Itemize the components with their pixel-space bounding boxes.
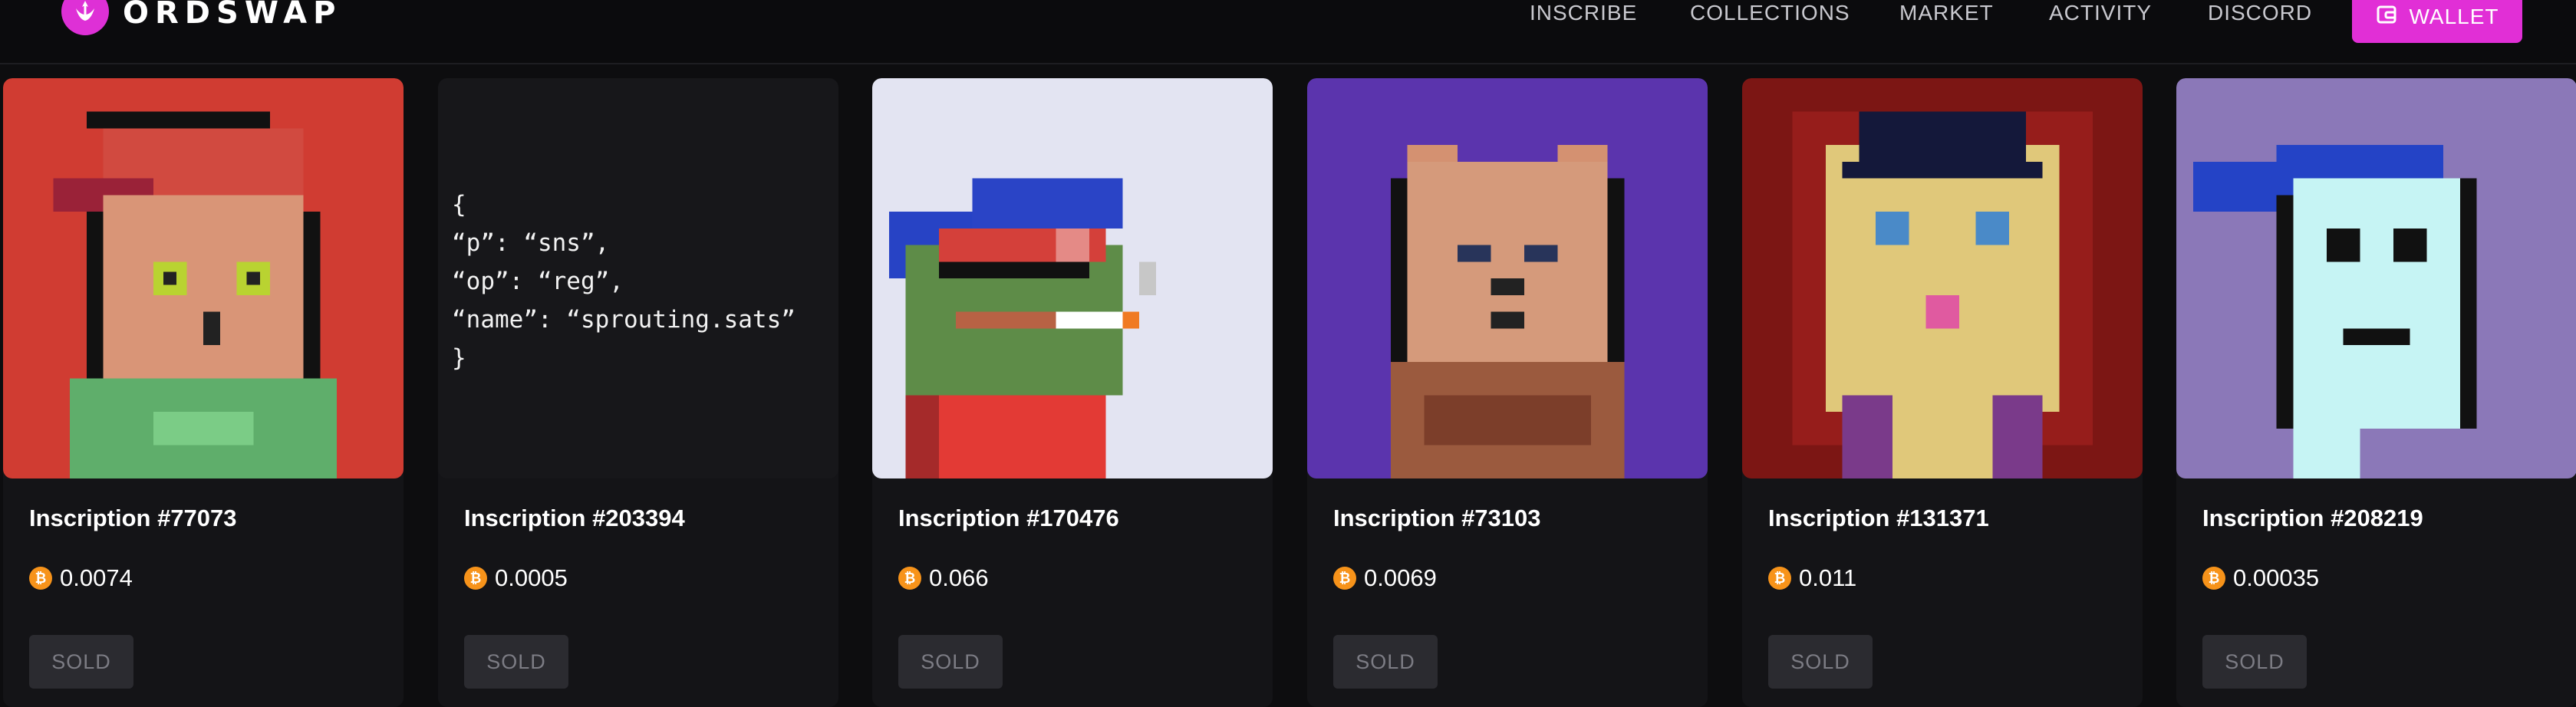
bitcoin-icon: ₿ (898, 567, 921, 590)
price-row: ₿ 0.0074 (29, 564, 133, 592)
sold-button[interactable]: SOLD (464, 635, 568, 689)
bitcoin-icon: ₿ (1768, 567, 1791, 590)
nav-link-inscribe[interactable]: INSCRIBE (1530, 0, 1637, 26)
price-value: 0.066 (929, 564, 989, 591)
inscription-title[interactable]: Inscription #73103 (1333, 505, 1541, 532)
inscription-title[interactable]: Inscription #203394 (464, 505, 685, 532)
inscription-text-preview[interactable]: {“p”: “sns”, “op”: “reg”, “name”: “sprouti… (438, 78, 838, 478)
nav-link-market[interactable]: MARKET (1899, 0, 1994, 26)
sold-button[interactable]: SOLD (1768, 635, 1873, 689)
price-row: ₿ 0.0005 (464, 564, 568, 592)
sold-button[interactable]: SOLD (2202, 635, 2307, 689)
bitcoin-icon: ₿ (464, 567, 487, 590)
sold-button[interactable]: SOLD (1333, 635, 1438, 689)
inscription-card[interactable]: Inscription #170476 ₿ 0.066 SOLD (872, 78, 1273, 707)
price-value: 0.0069 (1364, 564, 1437, 591)
price-value: 0.0005 (495, 564, 568, 591)
inscription-title[interactable]: Inscription #170476 (898, 505, 1119, 532)
price-value: 0.00035 (2233, 564, 2320, 591)
bitcoin-icon: ₿ (29, 567, 52, 590)
wallet-icon (2376, 4, 2397, 31)
sold-button[interactable]: SOLD (898, 635, 1003, 689)
nav-link-collections[interactable]: COLLECTIONS (1690, 0, 1850, 26)
inscription-card[interactable]: Inscription #131371 ₿ 0.011 SOLD (1742, 78, 2143, 707)
nav-link-discord[interactable]: DISCORD (2208, 0, 2312, 26)
ordswap-logo-icon[interactable] (61, 0, 109, 35)
price-row: ₿ 0.066 (898, 564, 989, 592)
sold-button[interactable]: SOLD (29, 635, 133, 689)
price-row: ₿ 0.0069 (1333, 564, 1437, 592)
inscription-title[interactable]: Inscription #131371 (1768, 505, 1989, 532)
inscription-image-punk-blue-bandana[interactable] (2176, 78, 2576, 478)
inscription-card[interactable]: {“p”: “sns”, “op”: “reg”, “name”: “sprouti… (438, 78, 838, 707)
inscription-title[interactable]: Inscription #208219 (2202, 505, 2423, 532)
wallet-label: WALLET (2409, 5, 2499, 28)
nav-link-activity[interactable]: ACTIVITY (2049, 0, 2152, 26)
bitcoin-icon: ₿ (1333, 567, 1356, 590)
inscription-image-bear[interactable] (1307, 78, 1708, 478)
inscription-card[interactable]: Inscription #208219 ₿ 0.00035 SOLD (2176, 78, 2576, 707)
inscription-card[interactable]: Inscription #77073 ₿ 0.0074 SOLD (3, 78, 404, 707)
inscription-image-pepe-sunglasses[interactable] (872, 78, 1273, 478)
price-value: 0.011 (1799, 564, 1857, 591)
price-row: ₿ 0.011 (1768, 564, 1856, 592)
price-row: ₿ 0.00035 (2202, 564, 2319, 592)
json-content: {“p”: “sns”, “op”: “reg”, “name”: “sprouti… (452, 191, 796, 372)
inscription-image-cat-red-cap[interactable] (3, 78, 404, 478)
bitcoin-icon: ₿ (2202, 567, 2225, 590)
inscription-image-cat-navy-hat[interactable] (1742, 78, 2143, 478)
wallet-button[interactable]: WALLET (2352, 0, 2522, 43)
inscription-card[interactable]: Inscription #73103 ₿ 0.0069 SOLD (1307, 78, 1708, 707)
top-nav: ORDSWAP INSCRIBE COLLECTIONS MARKET ACTI… (0, 0, 2576, 64)
brand-name[interactable]: ORDSWAP (123, 0, 341, 31)
price-value: 0.0074 (60, 564, 133, 591)
inscription-title[interactable]: Inscription #77073 (29, 505, 237, 532)
